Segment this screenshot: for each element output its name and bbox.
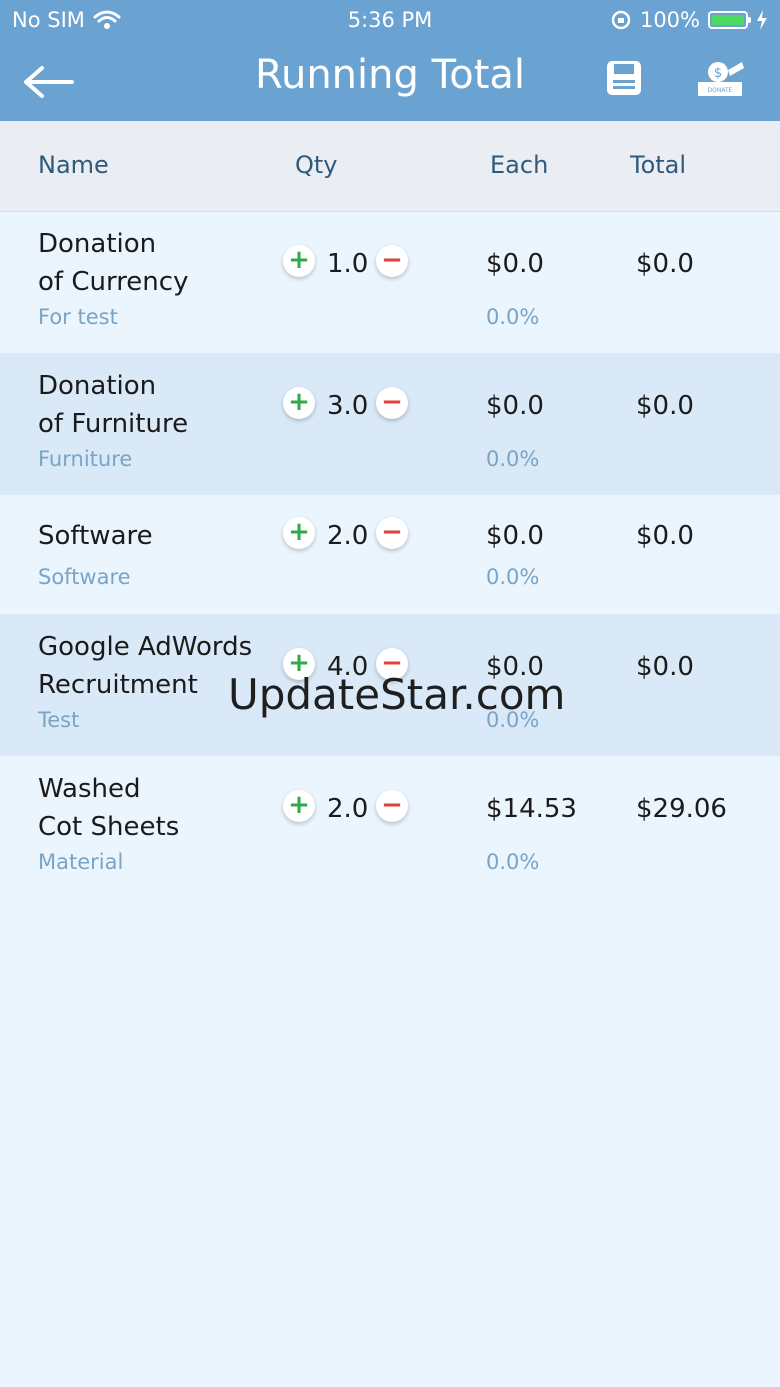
decrease-qty-button[interactable]: − bbox=[376, 387, 408, 419]
column-header-each: Each bbox=[490, 151, 549, 179]
item-name: Donation of Currency bbox=[38, 229, 189, 297]
item-category: Software bbox=[38, 565, 131, 589]
save-icon[interactable] bbox=[604, 58, 644, 98]
decrease-qty-button[interactable]: − bbox=[376, 517, 408, 549]
decrease-qty-button[interactable]: − bbox=[376, 790, 408, 822]
column-header-name: Name bbox=[38, 151, 109, 179]
table-header: Name Qty Each Total bbox=[0, 121, 780, 212]
table-row[interactable]: Washed Cot Sheets Material + 2.0 − $14.5… bbox=[0, 756, 780, 898]
item-each-price: $0.0 bbox=[486, 249, 544, 279]
table-row[interactable]: Software Software + 2.0 − $0.0 0.0% $0.0 bbox=[0, 495, 780, 614]
donate-icon-label: DONATE bbox=[708, 87, 733, 94]
increase-qty-button[interactable]: + bbox=[283, 517, 315, 549]
item-percent: 0.0% bbox=[486, 447, 540, 471]
item-total: $0.0 bbox=[636, 652, 694, 682]
charging-icon bbox=[757, 10, 767, 30]
item-name: Software bbox=[38, 521, 153, 551]
item-each-price: $0.0 bbox=[486, 521, 544, 551]
battery-icon bbox=[708, 11, 751, 29]
item-percent: 0.0% bbox=[486, 565, 540, 589]
increase-qty-button[interactable]: + bbox=[283, 790, 315, 822]
increase-qty-button[interactable]: + bbox=[283, 245, 315, 277]
column-header-total: Total bbox=[630, 151, 687, 179]
item-each-price: $14.53 bbox=[486, 794, 577, 824]
table-row[interactable]: Donation of Furniture Furniture + 3.0 − … bbox=[0, 353, 780, 495]
item-qty: 1.0 bbox=[327, 249, 369, 279]
watermark: UpdateStar.com bbox=[228, 670, 566, 719]
orientation-lock-icon bbox=[611, 10, 631, 30]
item-name: Google AdWords Recruitment bbox=[38, 632, 253, 700]
increase-qty-button[interactable]: + bbox=[283, 387, 315, 419]
item-total: $0.0 bbox=[636, 249, 694, 279]
item-each-price: $0.0 bbox=[486, 391, 544, 421]
item-qty: 2.0 bbox=[327, 794, 369, 824]
battery-percent: 100% bbox=[639, 8, 700, 32]
item-total: $29.06 bbox=[636, 794, 727, 824]
column-header-qty: Qty bbox=[295, 151, 338, 179]
item-percent: 0.0% bbox=[486, 305, 540, 329]
item-name: Washed Cot Sheets bbox=[38, 774, 180, 842]
table-row[interactable]: Donation of Currency For test + 1.0 − $0… bbox=[0, 211, 780, 353]
item-qty: 2.0 bbox=[327, 521, 369, 551]
item-category: Furniture bbox=[38, 447, 133, 471]
svg-text:$: $ bbox=[714, 66, 722, 81]
item-total: $0.0 bbox=[636, 391, 694, 421]
item-name: Donation of Furniture bbox=[38, 371, 189, 439]
status-bar: No SIM 5:36 PM 100% bbox=[0, 0, 780, 40]
item-category: Test bbox=[38, 708, 80, 732]
item-category: Material bbox=[38, 850, 124, 874]
decrease-qty-button[interactable]: − bbox=[376, 245, 408, 277]
item-category: For test bbox=[38, 305, 118, 329]
item-percent: 0.0% bbox=[486, 850, 540, 874]
donate-icon[interactable]: $ DONATE bbox=[694, 56, 746, 100]
page-title: Running Total bbox=[254, 52, 526, 98]
item-qty: 3.0 bbox=[327, 391, 369, 421]
item-total: $0.0 bbox=[636, 521, 694, 551]
navigation-bar: No SIM 5:36 PM 100% Running Total $ DONA… bbox=[0, 0, 780, 121]
